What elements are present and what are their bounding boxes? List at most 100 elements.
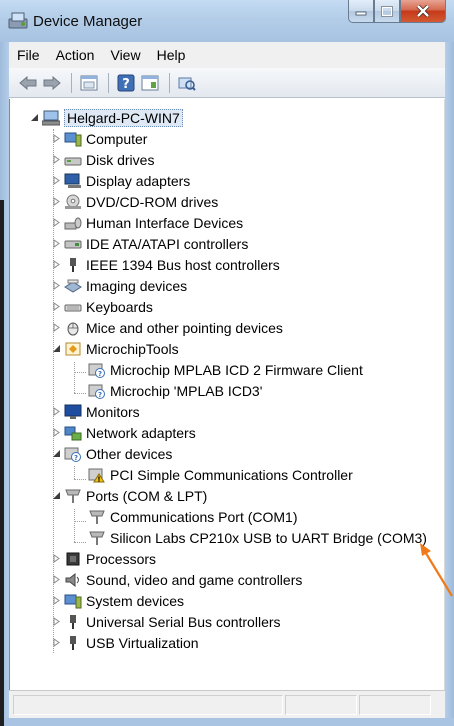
tree-item-pci-simple-comm[interactable]: ! PCI Simple Communications Controller [88, 464, 353, 485]
expand-triangle-icon[interactable] [50, 196, 62, 208]
tree-item-com3[interactable]: Silicon Labs CP210x USB to UART Bridge (… [88, 527, 427, 548]
collapse-triangle-icon[interactable] [50, 343, 62, 355]
title-bar[interactable]: Device Manager [0, 0, 454, 42]
menu-help[interactable]: Help [149, 44, 194, 66]
tree-item-label: Universal Serial Bus controllers [86, 613, 281, 630]
tree-item-label: Silicon Labs CP210x USB to UART Bridge (… [110, 529, 427, 546]
tree-item-ports[interactable]: Ports (COM & LPT) [50, 485, 207, 506]
expand-triangle-icon[interactable] [50, 280, 62, 292]
usb-icon [64, 634, 82, 651]
status-bar [9, 690, 445, 718]
expand-triangle-icon[interactable] [50, 238, 62, 250]
tree-item-microchiptools[interactable]: MicrochipTools [50, 338, 179, 359]
annotation-arrow-icon [420, 543, 453, 597]
tree-item-label: System devices [86, 592, 185, 609]
tree-item-computer[interactable]: Computer [50, 128, 147, 149]
menu-action[interactable]: Action [48, 44, 103, 66]
tree-item-label: Human Interface Devices [86, 214, 244, 231]
device-tree[interactable]: Helgard-PC-WIN7 Computer Disk drives Dis… [9, 99, 445, 690]
tree-item-label: Mice and other pointing devices [86, 319, 283, 336]
expand-triangle-icon[interactable] [50, 133, 62, 145]
svg-text:!: ! [97, 475, 100, 483]
svg-text:?: ? [122, 77, 130, 92]
tree-item-monitors[interactable]: Monitors [50, 401, 140, 422]
forward-button[interactable] [41, 72, 63, 94]
tree-item-label: Display adapters [86, 172, 191, 189]
tree-item-mplab-icd2[interactable]: ? Microchip MPLAB ICD 2 Firmware Client [88, 359, 363, 380]
expand-triangle-icon[interactable] [50, 217, 62, 229]
minimize-button[interactable] [348, 0, 374, 23]
tree-item-system-devices[interactable]: System devices [50, 590, 184, 611]
tree-item-com1[interactable]: Communications Port (COM1) [88, 506, 298, 527]
help-button[interactable]: ? [115, 72, 137, 94]
svg-text:?: ? [98, 391, 102, 399]
collapse-triangle-icon[interactable] [28, 112, 40, 124]
expand-triangle-icon[interactable] [50, 427, 62, 439]
tree-item-label: Ports (COM & LPT) [86, 487, 208, 504]
tree-item-label: Microchip MPLAB ICD 2 Firmware Client [110, 361, 363, 378]
close-button[interactable] [400, 0, 446, 23]
device-manager-icon [8, 12, 28, 29]
tree-item-network-adapters[interactable]: Network adapters [50, 422, 196, 443]
expand-triangle-icon[interactable] [50, 637, 62, 649]
tree-item-processors[interactable]: Processors [50, 548, 156, 569]
menu-file[interactable]: File [9, 44, 48, 66]
toolbar: ? [9, 68, 445, 98]
menu-view[interactable]: View [102, 44, 148, 66]
status-pane [359, 695, 431, 715]
display-adapter-icon [64, 172, 82, 189]
tree-item-ide-controllers[interactable]: IDE ATA/ATAPI controllers [50, 233, 248, 254]
expand-triangle-icon[interactable] [50, 616, 62, 628]
tree-item-hid[interactable]: Human Interface Devices [50, 212, 243, 233]
expand-triangle-icon[interactable] [50, 301, 62, 313]
toolbar-separator [108, 72, 109, 93]
ieee1394-icon [64, 256, 82, 273]
expand-triangle-icon[interactable] [50, 595, 62, 607]
expand-triangle-icon[interactable] [50, 322, 62, 334]
expand-triangle-icon[interactable] [50, 574, 62, 586]
expand-triangle-icon[interactable] [50, 406, 62, 418]
tree-item-display-adapters[interactable]: Display adapters [50, 170, 190, 191]
maximize-button[interactable] [374, 0, 400, 23]
port-icon [64, 487, 82, 504]
tree-line [74, 509, 75, 542]
minimize-icon [355, 11, 367, 16]
tree-item-ieee1394[interactable]: IEEE 1394 Bus host controllers [50, 254, 280, 275]
tree-item-dvd-drives[interactable]: DVD/CD-ROM drives [50, 191, 218, 212]
collapse-triangle-icon[interactable] [50, 490, 62, 502]
tree-item-other-devices[interactable]: ? Other devices [50, 443, 172, 464]
tree-item-label: Communications Port (COM1) [110, 508, 298, 525]
port-icon [88, 529, 106, 546]
tree-item-label: USB Virtualization [86, 634, 199, 651]
monitor-icon [64, 403, 82, 420]
tree-item-usb-virtualization[interactable]: USB Virtualization [50, 632, 199, 653]
tree-item-usb-controllers[interactable]: Universal Serial Bus controllers [50, 611, 281, 632]
toolbar-separator [71, 72, 72, 93]
expand-triangle-icon[interactable] [50, 553, 62, 565]
port-icon [88, 508, 106, 525]
tree-item-disk-drives[interactable]: Disk drives [50, 149, 154, 170]
scan-hardware-button[interactable] [176, 72, 198, 94]
tree-line [74, 466, 75, 479]
expand-triangle-icon[interactable] [50, 175, 62, 187]
back-button[interactable] [17, 72, 39, 94]
computer-icon [42, 109, 60, 126]
tree-item-mice[interactable]: Mice and other pointing devices [50, 317, 283, 338]
tree-item-keyboards[interactable]: Keyboards [50, 296, 153, 317]
tree-item-mplab-icd3[interactable]: ? Microchip 'MPLAB ICD3' [88, 380, 262, 401]
disk-drive-icon [64, 151, 82, 168]
scan-hardware-icon [178, 77, 196, 91]
tree-line [74, 521, 86, 522]
dvd-drive-icon [64, 193, 82, 210]
properties-button[interactable] [78, 72, 100, 94]
tree-item-imaging-devices[interactable]: Imaging devices [50, 275, 187, 296]
tree-line [74, 362, 75, 393]
collapse-triangle-icon[interactable] [50, 448, 62, 460]
toolbar-separator [169, 72, 170, 93]
expand-triangle-icon[interactable] [50, 154, 62, 166]
tree-root[interactable]: Helgard-PC-WIN7 [28, 107, 183, 128]
tree-item-sound[interactable]: Sound, video and game controllers [50, 569, 302, 590]
tree-item-label: DVD/CD-ROM drives [86, 193, 219, 210]
update-driver-button[interactable] [139, 72, 161, 94]
expand-triangle-icon[interactable] [50, 259, 62, 271]
